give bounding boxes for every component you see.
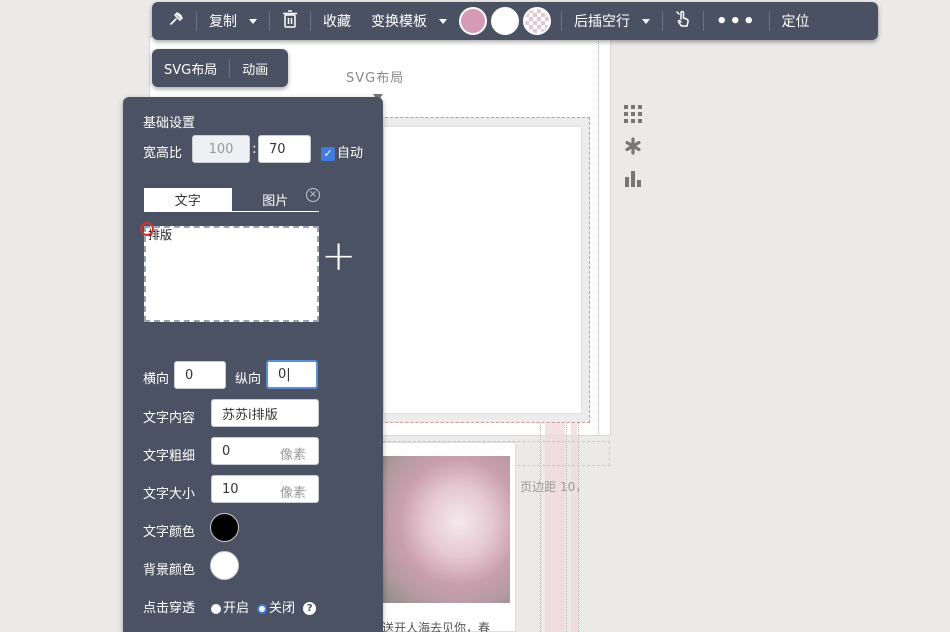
bg-color-label: 背景颜色 <box>143 563 196 578</box>
horizontal-input[interactable]: 0 <box>174 361 226 389</box>
settings-panel: 基础设置 宽高比 100 : 70 ✓ 自动 文字 图片 × 排版 + 横向 0 … <box>123 97 383 632</box>
hand-pointer-icon <box>675 10 691 32</box>
chevron-down-icon[interactable] <box>249 18 257 24</box>
flower-photo <box>382 456 510 603</box>
horizontal-label: 横向 <box>143 372 170 387</box>
divider <box>662 11 663 31</box>
bar-chart-icon[interactable] <box>622 167 644 189</box>
off-label: 关闭 <box>269 601 296 616</box>
text-weight-input[interactable]: 0 像素 <box>211 437 319 465</box>
on-label: 开启 <box>223 601 250 616</box>
bg-color-picker[interactable] <box>210 551 239 580</box>
text-content-label: 文字内容 <box>143 411 196 426</box>
unit-label: 像素 <box>279 486 306 501</box>
unit-label: 像素 <box>279 448 306 463</box>
animation-button[interactable]: 动画 <box>229 58 280 78</box>
photo-caption: 送开人海去见你，春 <box>382 621 491 632</box>
divider <box>196 11 197 31</box>
svg-layout-title: SVG布局 <box>346 71 405 86</box>
vertical-label: 纵向 <box>235 372 262 387</box>
grid-icon[interactable] <box>622 103 644 125</box>
close-icon[interactable]: × <box>306 188 320 202</box>
ratio-label: 宽高比 <box>143 146 183 161</box>
photo-card[interactable]: 送开人海去见你，春 <box>373 442 516 632</box>
chevron-down-icon[interactable] <box>642 18 650 24</box>
content-tabs: 文字 图片 <box>144 188 319 212</box>
top-toolbar: 复制 收藏 变换模板 后插空行 ••• 定位 <box>152 2 878 40</box>
color-swatch-transparent[interactable] <box>523 7 551 35</box>
divider <box>561 11 562 31</box>
divider <box>269 11 270 31</box>
tab-text[interactable]: 文字 <box>144 188 232 211</box>
ratio-height-input[interactable]: 70 <box>258 135 311 163</box>
trash-icon <box>282 10 298 32</box>
text-color-label: 文字颜色 <box>143 525 196 540</box>
svg-frame[interactable] <box>375 117 590 423</box>
sub-toolbar: SVG布局 动画 <box>152 49 288 87</box>
text-color-picker[interactable] <box>210 513 239 542</box>
click-through-label: 点击穿透 <box>143 601 196 616</box>
pin-icon <box>168 11 184 31</box>
chevron-down-icon[interactable] <box>439 18 447 24</box>
divider <box>768 11 770 31</box>
divider <box>703 11 704 31</box>
side-tools <box>622 103 644 199</box>
divider <box>310 11 311 31</box>
template-button[interactable]: 变换模板 <box>361 2 457 40</box>
help-icon[interactable]: ? <box>303 602 317 615</box>
ratio-separator: : <box>252 141 257 157</box>
section-title: 基础设置 <box>143 116 196 131</box>
auto-label: 自动 <box>337 146 364 161</box>
locate-button[interactable]: 定位 <box>772 2 820 40</box>
add-icon[interactable]: + <box>321 235 356 277</box>
click-through-on-radio[interactable]: 开启 <box>211 597 249 616</box>
color-swatch-pink[interactable] <box>459 7 487 35</box>
auto-checkbox[interactable]: ✓ 自动 <box>321 142 363 161</box>
text-preview-box[interactable]: 排版 <box>140 222 319 322</box>
insert-blank-button[interactable]: 后插空行 <box>564 2 660 40</box>
radio-selected-icon <box>257 603 267 614</box>
radio-icon <box>211 603 221 614</box>
text-size-value: 10 <box>222 481 239 497</box>
vertical-input[interactable]: 0| <box>266 360 318 389</box>
svg-frame-content <box>384 127 581 413</box>
text-content-input[interactable]: 苏苏i排版 <box>211 399 319 427</box>
delete-button[interactable] <box>272 2 308 40</box>
copy-label: 复制 <box>209 14 237 30</box>
color-swatch-white[interactable] <box>491 7 519 35</box>
insert-blank-label: 后插空行 <box>574 14 630 30</box>
text-weight-value: 0 <box>222 443 231 459</box>
template-label: 变换模板 <box>371 14 427 30</box>
collect-button[interactable]: 收藏 <box>313 2 361 40</box>
pin-button[interactable] <box>158 2 194 40</box>
text-size-label: 文字大小 <box>143 487 196 502</box>
more-button[interactable]: ••• <box>706 2 767 40</box>
click-through-off-radio[interactable]: 关闭 ? <box>257 597 317 616</box>
check-icon: ✓ <box>321 146 335 161</box>
ratio-width-input[interactable]: 100 <box>192 135 250 163</box>
guide-line <box>598 36 599 436</box>
marker-icon <box>140 222 154 236</box>
pointer-button[interactable] <box>665 2 701 40</box>
asterisk-icon[interactable] <box>622 135 644 157</box>
svg-layout-button[interactable]: SVG布局 <box>152 59 229 78</box>
text-weight-label: 文字粗细 <box>143 449 196 464</box>
text-size-input[interactable]: 10 像素 <box>211 475 319 503</box>
copy-button[interactable]: 复制 <box>199 2 267 40</box>
